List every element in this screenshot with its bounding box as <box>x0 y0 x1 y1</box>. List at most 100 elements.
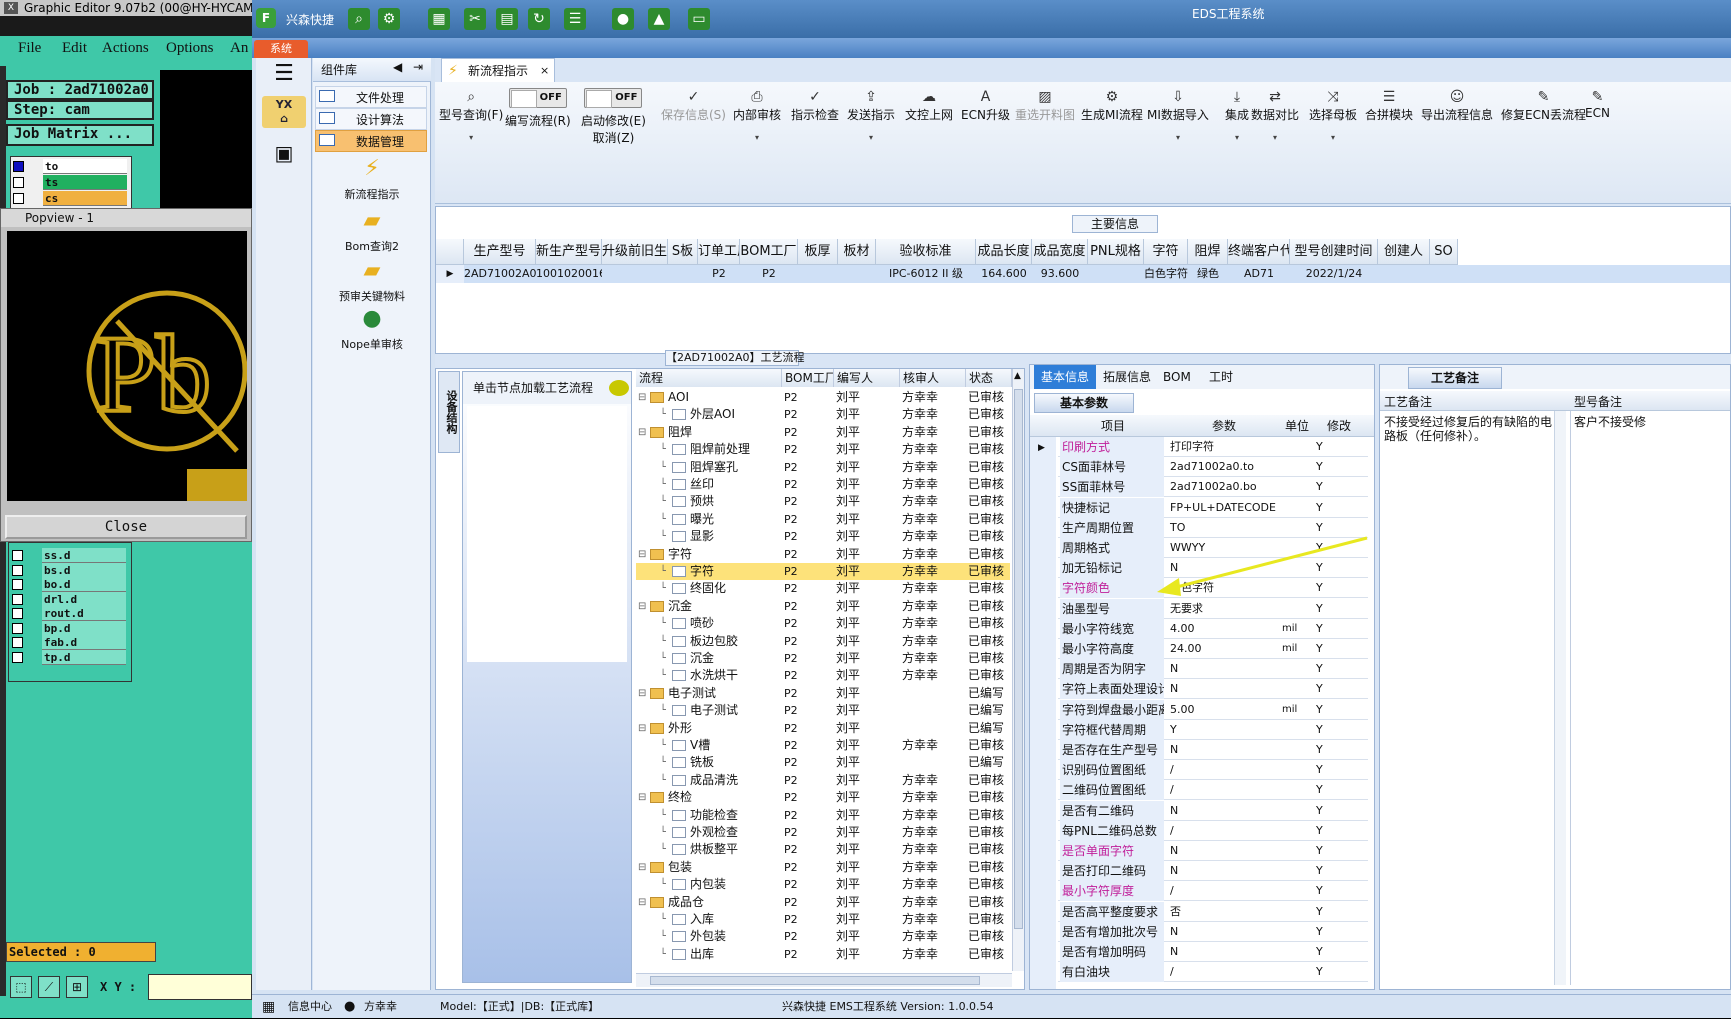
layer-row[interactable]: to <box>13 159 127 174</box>
param-row[interactable]: 周期是否为阴字 N Y <box>1058 659 1368 680</box>
layer-checkbox[interactable] <box>12 651 23 663</box>
basic-params-subtab[interactable]: 基本参数 <box>1034 393 1134 413</box>
ribbon-btn-9[interactable]: ▨ 重选开料图 <box>1015 88 1075 123</box>
process-row[interactable]: ⊟ 终检 P2 刘平 方幸幸 已审核 <box>636 789 1010 806</box>
layer-checkbox[interactable] <box>12 622 23 634</box>
layer-row[interactable]: cs <box>13 191 127 206</box>
close-tab-icon[interactable]: × <box>540 59 549 83</box>
ribbon-btn-11[interactable]: ⇩ MI数据导入 ▾ <box>1147 88 1209 142</box>
process-row[interactable]: ⊟ 成品仓 P2 刘平 方幸幸 已审核 <box>636 894 1010 911</box>
process-row[interactable]: └ V槽 P2 刘平 方幸幸 已审核 <box>636 737 1010 754</box>
popview-canvas[interactable]: Pb <box>7 231 247 501</box>
nope-review-button[interactable]: ● Nope单审核 <box>313 306 431 352</box>
process-row[interactable]: └ 字符 P2 刘平 方幸幸 已审核 <box>636 563 1010 580</box>
layer-row[interactable]: bo.d <box>12 577 126 592</box>
process-col-header[interactable]: 编写人 <box>834 369 900 387</box>
pre-review-button[interactable]: ▰ 预审关键物料 <box>313 258 431 304</box>
pin-icon[interactable]: ⇥ <box>413 60 423 74</box>
layer-row[interactable]: ts <box>13 175 127 190</box>
col-header[interactable]: 创建人 <box>1378 239 1430 265</box>
process-row[interactable]: └ 板边包胶 P2 刘平 方幸幸 已审核 <box>636 633 1010 650</box>
user-icon[interactable]: ● <box>612 8 634 30</box>
load-process-hint[interactable]: 单击节点加载工艺流程 <box>463 372 631 404</box>
info-cell[interactable]: 164.600 <box>976 265 1032 283</box>
menu-analysis[interactable]: An <box>230 40 248 57</box>
process-row[interactable]: └ 阻焊塞孔 P2 刘平 方幸幸 已审核 <box>636 459 1010 476</box>
info-cell[interactable]: 10010200160921 <box>536 265 602 283</box>
menu-icon[interactable]: ☰ <box>266 60 302 88</box>
ribbon-btn-1[interactable]: OFF 编写流程(R) <box>505 86 571 129</box>
process-row[interactable]: └ 外层AOI P2 刘平 方幸幸 已审核 <box>636 406 1010 423</box>
param-row[interactable]: 字符上表面处理设计 N Y <box>1058 679 1368 700</box>
ribbon-btn-2[interactable]: OFF 启动修改(E) 取消(Z) <box>581 86 646 146</box>
ribbon-btn-16[interactable]: ☺ 导出流程信息 <box>1421 88 1493 123</box>
collapse-icon[interactable]: ⊟ <box>638 424 646 441</box>
info-cell[interactable]: 2022/1/24 <box>1290 265 1378 283</box>
process-remark-text[interactable]: 不接受经过修复后的有缺陷的电路板（任何修补）。 <box>1384 415 1552 443</box>
process-row[interactable]: ⊟ 沉金 P2 刘平 方幸幸 已审核 <box>636 598 1010 615</box>
process-row[interactable]: └ 水洗烘干 P2 刘平 方幸幸 已审核 <box>636 667 1010 684</box>
col-header[interactable]: PNL规格 <box>1088 239 1144 265</box>
process-row[interactable]: └ 外观检查 P2 刘平 方幸幸 已审核 <box>636 824 1010 841</box>
process-row[interactable]: └ 功能检查 P2 刘平 方幸幸 已审核 <box>636 807 1010 824</box>
info-cell[interactable] <box>1378 265 1430 283</box>
tab-basic-3[interactable]: 工时 <box>1202 365 1240 389</box>
layer-checkbox[interactable] <box>12 637 23 648</box>
collapse-icon[interactable]: ⊟ <box>638 894 646 911</box>
ribbon-btn-6[interactable]: ⇪ 发送指示 ▾ <box>847 88 895 142</box>
toggle-switch[interactable]: OFF <box>584 88 643 108</box>
chart-icon[interactable]: ▲ <box>648 8 670 30</box>
film-icon[interactable]: ▤ <box>496 8 518 30</box>
info-cell[interactable]: 白色字符 <box>1144 265 1188 283</box>
remark-scrollbar[interactable] <box>1554 411 1566 985</box>
col-header[interactable]: 型号创建时间 <box>1290 239 1378 265</box>
ribbon-btn-5[interactable]: ✓ 指示检查 <box>791 88 839 123</box>
layer-checkbox[interactable] <box>12 550 23 561</box>
ribbon-btn-13[interactable]: ⇄ 数据对比 ▾ <box>1251 88 1299 142</box>
param-row[interactable]: 是否有增加批次号 N Y <box>1058 921 1368 942</box>
process-row[interactable]: └ 出库 P2 刘平 方幸幸 已审核 <box>636 946 1010 963</box>
process-row[interactable]: └ 喷砂 P2 刘平 方幸幸 已审核 <box>636 615 1010 632</box>
process-col-header[interactable]: 流程 <box>636 369 782 387</box>
ribbon-btn-17[interactable]: ✎ 修复ECN丢流程 <box>1501 88 1586 123</box>
process-row[interactable]: ⊟ 电子测试 P2 刘平 已编写 <box>636 685 1010 702</box>
param-row[interactable]: SS面菲林号 2ad71002a0.bo Y <box>1058 477 1368 498</box>
process-row[interactable]: ⊟ AOI P2 刘平 方幸幸 已审核 <box>636 389 1010 406</box>
col-header[interactable]: 生产型号 <box>464 239 536 265</box>
col-header[interactable]: 成品宽度 <box>1032 239 1088 265</box>
layer-row[interactable]: rout.d <box>12 606 126 621</box>
process-row[interactable]: └ 丝印 P2 刘平 方幸幸 已审核 <box>636 476 1010 493</box>
process-row[interactable]: └ 铣板 P2 刘平 已编写 <box>636 754 1010 771</box>
search-icon[interactable]: ⌕ <box>348 8 370 30</box>
param-row[interactable]: 有白油块 / Y <box>1058 962 1368 983</box>
menu-edit[interactable]: Edit <box>62 40 87 57</box>
param-row[interactable]: 是否单面字符 N Y <box>1058 841 1368 861</box>
info-cell[interactable] <box>1430 265 1458 283</box>
menu-file[interactable]: File <box>18 40 41 57</box>
ribbon-btn-18[interactable]: ✎ ECN <box>1585 88 1610 120</box>
process-row[interactable]: └ 入库 P2 刘平 方幸幸 已审核 <box>636 911 1010 928</box>
job-matrix-button[interactable]: Job Matrix ... <box>6 124 154 146</box>
layer-row[interactable]: fab.d <box>12 635 126 650</box>
layer-checkbox[interactable] <box>12 564 23 576</box>
info-cell[interactable]: IPC-6012 II 级 <box>876 265 976 283</box>
info-cell[interactable]: P2 <box>698 265 740 283</box>
col-header[interactable]: 板材 <box>838 239 876 265</box>
process-row[interactable]: └ 内包装 P2 刘平 方幸幸 已审核 <box>636 876 1010 893</box>
popview-close-button[interactable]: Close <box>5 515 247 539</box>
layer-row[interactable]: tp.d <box>12 649 126 665</box>
scissors-icon[interactable]: ✂ <box>464 8 486 30</box>
layer-row[interactable]: ss.d <box>12 548 126 563</box>
tab-basic-1[interactable]: 拓展信息 <box>1096 365 1158 389</box>
col-header[interactable]: 成品长度 <box>976 239 1032 265</box>
collapse-icon[interactable]: ⊟ <box>638 859 646 876</box>
param-row[interactable]: 最小字符线宽 4.00 mil Y <box>1058 618 1368 639</box>
ribbon-btn-12[interactable]: ⤓ 集成 ▾ <box>1225 88 1249 142</box>
param-row[interactable]: 是否有二维码 N Y <box>1058 800 1368 821</box>
col-header[interactable]: 字符 <box>1144 239 1188 265</box>
calculator-icon[interactable]: ▣ <box>266 138 302 168</box>
process-row[interactable]: └ 烘板整平 P2 刘平 方幸幸 已审核 <box>636 841 1010 858</box>
info-cell[interactable] <box>668 265 698 283</box>
param-row[interactable]: 字符框代替周期 Y Y <box>1058 719 1368 740</box>
menu-options[interactable]: Options <box>166 40 214 57</box>
